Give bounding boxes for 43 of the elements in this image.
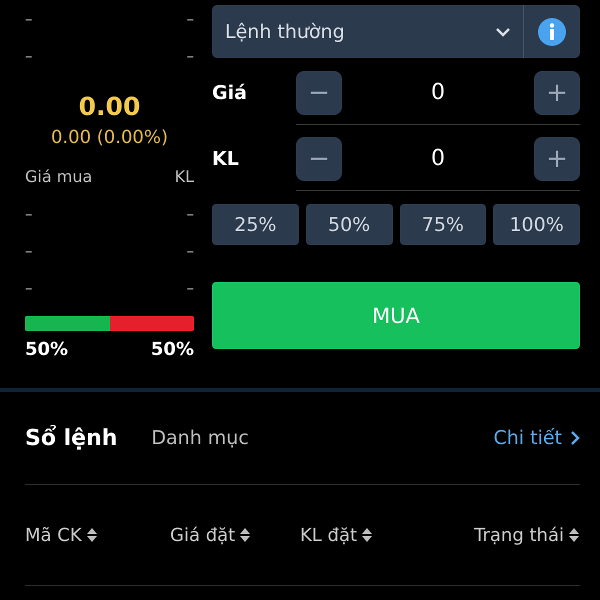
volume-cell: – [186, 10, 194, 28]
tab[interactable]: Danh mục [151, 427, 249, 449]
sort-icon [86, 527, 98, 543]
sort-icon [361, 527, 374, 543]
percent-button[interactable]: 50% [306, 204, 392, 245]
sell-percent: 50% [150, 339, 194, 360]
last-price: 0.00 [78, 92, 140, 121]
chevron-down-icon [495, 26, 511, 36]
stepper-value: 0 [431, 146, 445, 171]
price-cell: – [25, 46, 32, 64]
column-header: Giá mua [25, 167, 92, 186]
sort-icon [239, 527, 252, 543]
volume-cell: – [186, 242, 194, 260]
column-header[interactable]: Trạng thái [474, 524, 580, 546]
increase-button[interactable]: + [534, 70, 580, 114]
detail-link[interactable]: Chi tiết [494, 427, 580, 449]
buy-percent: 50% [25, 339, 68, 360]
percent-button[interactable]: 25% [212, 204, 299, 245]
sort-icon [568, 527, 580, 543]
tab[interactable]: Sổ lệnh [25, 426, 118, 450]
column-header[interactable]: Mã CK [25, 524, 170, 546]
field-label: KL [212, 148, 240, 170]
volume-cell: – [186, 278, 194, 296]
field-label: Giá [212, 82, 248, 104]
volume-cell: – [186, 46, 194, 64]
order-type-dropdown[interactable]: Lệnh thường [212, 5, 580, 58]
decrease-button[interactable]: − [296, 70, 342, 114]
column-header[interactable]: KL đặt [300, 524, 474, 546]
percent-button[interactable]: 75% [400, 204, 486, 245]
volume-cell: – [186, 204, 194, 222]
stepper-value: 0 [431, 80, 445, 105]
column-header: KL [174, 167, 194, 186]
price-cell: – [25, 278, 32, 296]
decrease-button[interactable]: − [296, 136, 342, 180]
chevron-right-icon [570, 430, 580, 446]
info-icon[interactable] [538, 18, 566, 46]
price-change: 0.00 (0.00%) [50, 127, 168, 148]
price-cell: – [25, 242, 32, 260]
price-cell: – [25, 204, 32, 222]
column-header[interactable]: Giá đặt [170, 524, 300, 546]
percent-button[interactable]: 100% [493, 204, 580, 245]
increase-button[interactable]: + [534, 136, 580, 180]
price-cell: – [25, 10, 32, 28]
